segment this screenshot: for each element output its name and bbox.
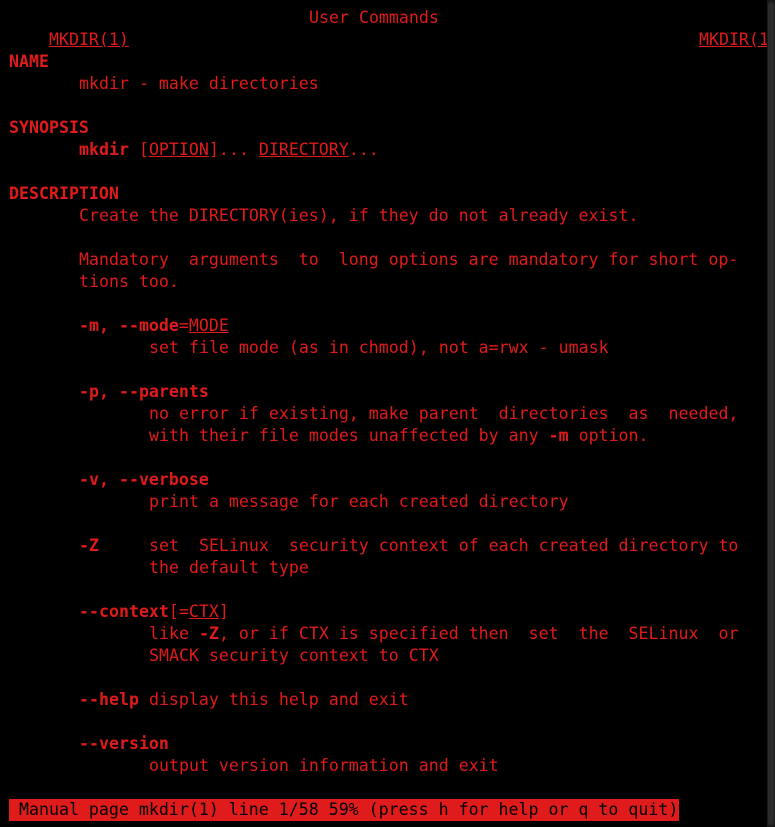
header-right-text: MKDIR(1) — [698, 30, 775, 49]
option-context-arg: CTX — [188, 602, 219, 621]
terminal-window[interactable]: MKDIR(1) User Commands MKDIR(1) NAME mkd… — [0, 0, 775, 827]
synopsis-directory: DIRECTORY — [258, 140, 349, 159]
description-line-2: Mandatory arguments to long options are … — [79, 250, 739, 269]
option-context-desc-1b: -Z — [198, 624, 219, 643]
option-context-desc-1a: like — [149, 624, 199, 643]
header-right-title: MKDIR(1) — [659, 7, 775, 73]
option-z-desc-1: set SELinux security context of each cre… — [149, 536, 739, 555]
option-context-desc-1: like -Z, or if CTX is specified then set… — [149, 623, 738, 645]
option-help-desc: display this help and exit — [148, 690, 409, 709]
option-parents-flags: -p, --parents — [79, 382, 209, 401]
synopsis-option: OPTION — [148, 140, 209, 159]
option-context-desc-1c: , or if CTX is specified then set the SE… — [218, 624, 739, 643]
synopsis-line: mkdir [OPTION]... DIRECTORY... — [79, 140, 379, 159]
header-left-text: MKDIR(1) — [48, 30, 129, 49]
option-z-flag: -Z — [79, 536, 99, 555]
option-help: --help display this help and exit — [79, 689, 409, 711]
option-verbose-desc: print a message for each created directo… — [149, 492, 569, 511]
header-left-title: MKDIR(1) — [9, 7, 129, 49]
option-verbose-flags: -v, --verbose — [79, 470, 209, 489]
name-heading: NAME — [9, 52, 49, 71]
option-version-flag: --version — [79, 734, 169, 753]
option-context-flag: --context — [79, 602, 169, 621]
description-heading: DESCRIPTION — [9, 184, 119, 203]
name-text: mkdir - make directories — [79, 74, 319, 93]
header-center-title: User Commands — [309, 8, 439, 27]
scrollbar-thumb[interactable] — [768, 2, 774, 825]
pager-status-bar: Manual page mkdir(1) line 1/58 59% (pres… — [9, 799, 679, 821]
option-mode-flags: -m, --mode — [79, 316, 179, 335]
description-line-3: tions too. — [79, 272, 179, 291]
option-parents-desc-1: no error if existing, make parent direct… — [149, 404, 739, 423]
option-parents-desc-2a: with their file modes unaffected by any — [149, 426, 549, 445]
option-version-desc: output version information and exit — [149, 756, 499, 775]
synopsis-command: mkdir — [79, 140, 129, 159]
option-z-desc-2: the default type — [149, 558, 309, 577]
option-parents-desc-2b: -m — [548, 426, 569, 445]
synopsis-heading: SYNOPSIS — [9, 118, 89, 137]
option-mode-arg: MODE — [188, 316, 229, 335]
option-context-desc-2: SMACK security context to CTX — [149, 646, 439, 665]
option-mode: -m, --mode=MODE — [79, 316, 229, 335]
option-parents-desc-2: with their file modes unaffected by any … — [149, 425, 649, 447]
option-parents-desc-2c: option. — [568, 426, 649, 445]
option-mode-desc: set file mode (as in chmod), not a=rwx -… — [149, 338, 609, 357]
description-line-1: Create the DIRECTORY(ies), if they do no… — [79, 206, 639, 225]
option-context: --context[=CTX] — [79, 602, 229, 621]
option-help-flag: --help — [79, 690, 139, 709]
vertical-scrollbar[interactable] — [767, 0, 775, 827]
